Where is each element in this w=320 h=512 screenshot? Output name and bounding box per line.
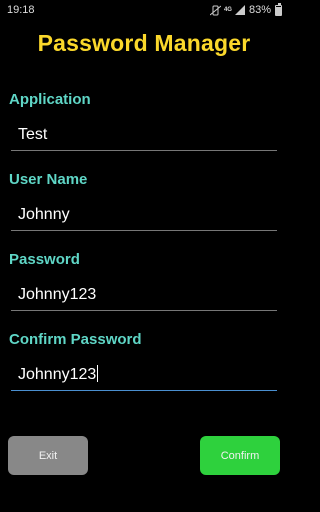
page-title: Password Manager	[37, 30, 251, 56]
confirm-password-value: Johnny123	[18, 366, 97, 383]
application-field[interactable]: Test	[11, 123, 277, 151]
battery-percent: 83%	[248, 4, 271, 16]
status-time: 19:18	[7, 4, 35, 16]
text-caret	[97, 365, 99, 382]
battery-icon	[275, 2, 282, 16]
vibrate-mute-icon	[209, 5, 221, 15]
application-value: Test	[18, 126, 48, 143]
user-name-label: User Name	[9, 171, 88, 188]
password-field[interactable]: Johnny123	[11, 283, 277, 311]
confirm-button[interactable]: Confirm	[200, 436, 280, 475]
password-label: Password	[9, 251, 80, 268]
exit-button[interactable]: Exit	[8, 436, 88, 475]
confirm-password-label: Confirm Password	[9, 331, 142, 348]
user-name-value: Johnny	[18, 206, 70, 223]
application-label: Application	[9, 91, 91, 108]
confirm-password-value-wrap: Johnny123	[18, 365, 99, 384]
signal-icon	[234, 5, 245, 15]
password-value: Johnny123	[18, 286, 97, 303]
network-type: 4G	[223, 7, 232, 13]
status-indicators: 4G 83%	[209, 2, 282, 16]
confirm-password-field[interactable]: Johnny123	[11, 363, 277, 391]
status-bar: 19:18 4G 83%	[0, 0, 288, 20]
user-name-field[interactable]: Johnny	[11, 203, 277, 231]
